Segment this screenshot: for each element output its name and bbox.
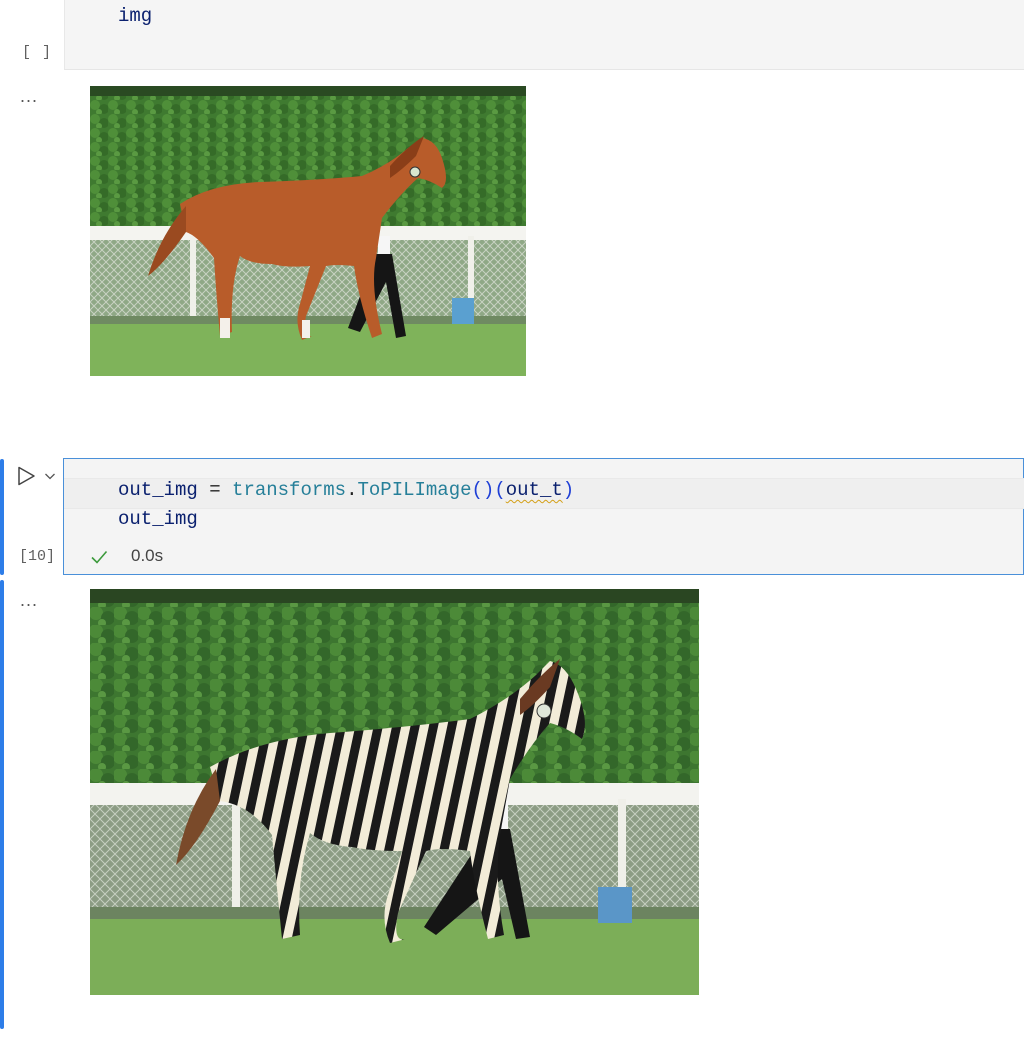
chevron-down-icon[interactable] bbox=[44, 469, 56, 481]
zebra-image bbox=[90, 589, 699, 995]
code-line-2[interactable]: out_img bbox=[118, 505, 198, 534]
output-image-zebra bbox=[90, 589, 699, 995]
output-focus-indicator bbox=[0, 580, 4, 1029]
code-line-1[interactable]: out_img = transforms.ToPILImage()(out_t) bbox=[118, 476, 574, 505]
execution-count: [ ] bbox=[22, 44, 53, 61]
code-token: = bbox=[197, 479, 233, 501]
code-line[interactable]: img bbox=[118, 2, 152, 31]
code-token: transforms bbox=[232, 479, 347, 501]
code-token: out_img bbox=[118, 479, 198, 501]
run-cell-play-icon[interactable] bbox=[15, 465, 37, 487]
checkmark-icon bbox=[90, 548, 108, 566]
execution-count: [10] bbox=[19, 548, 56, 565]
output-more-icon[interactable]: ... bbox=[20, 590, 38, 611]
output-more-icon[interactable]: ... bbox=[20, 86, 38, 107]
code-token: ToPILImage bbox=[357, 479, 472, 501]
code-token: . bbox=[346, 479, 358, 501]
code-token-warning[interactable]: out_t bbox=[506, 479, 563, 501]
cell-focus-indicator bbox=[0, 459, 4, 575]
horse-image bbox=[90, 86, 526, 376]
code-token: ) bbox=[562, 479, 575, 501]
code-token: ( bbox=[494, 479, 506, 501]
code-cell-1-editor[interactable] bbox=[64, 0, 1024, 70]
output-image-horse bbox=[90, 86, 526, 376]
execution-time: 0.0s bbox=[131, 546, 164, 565]
code-token: () bbox=[471, 479, 495, 501]
